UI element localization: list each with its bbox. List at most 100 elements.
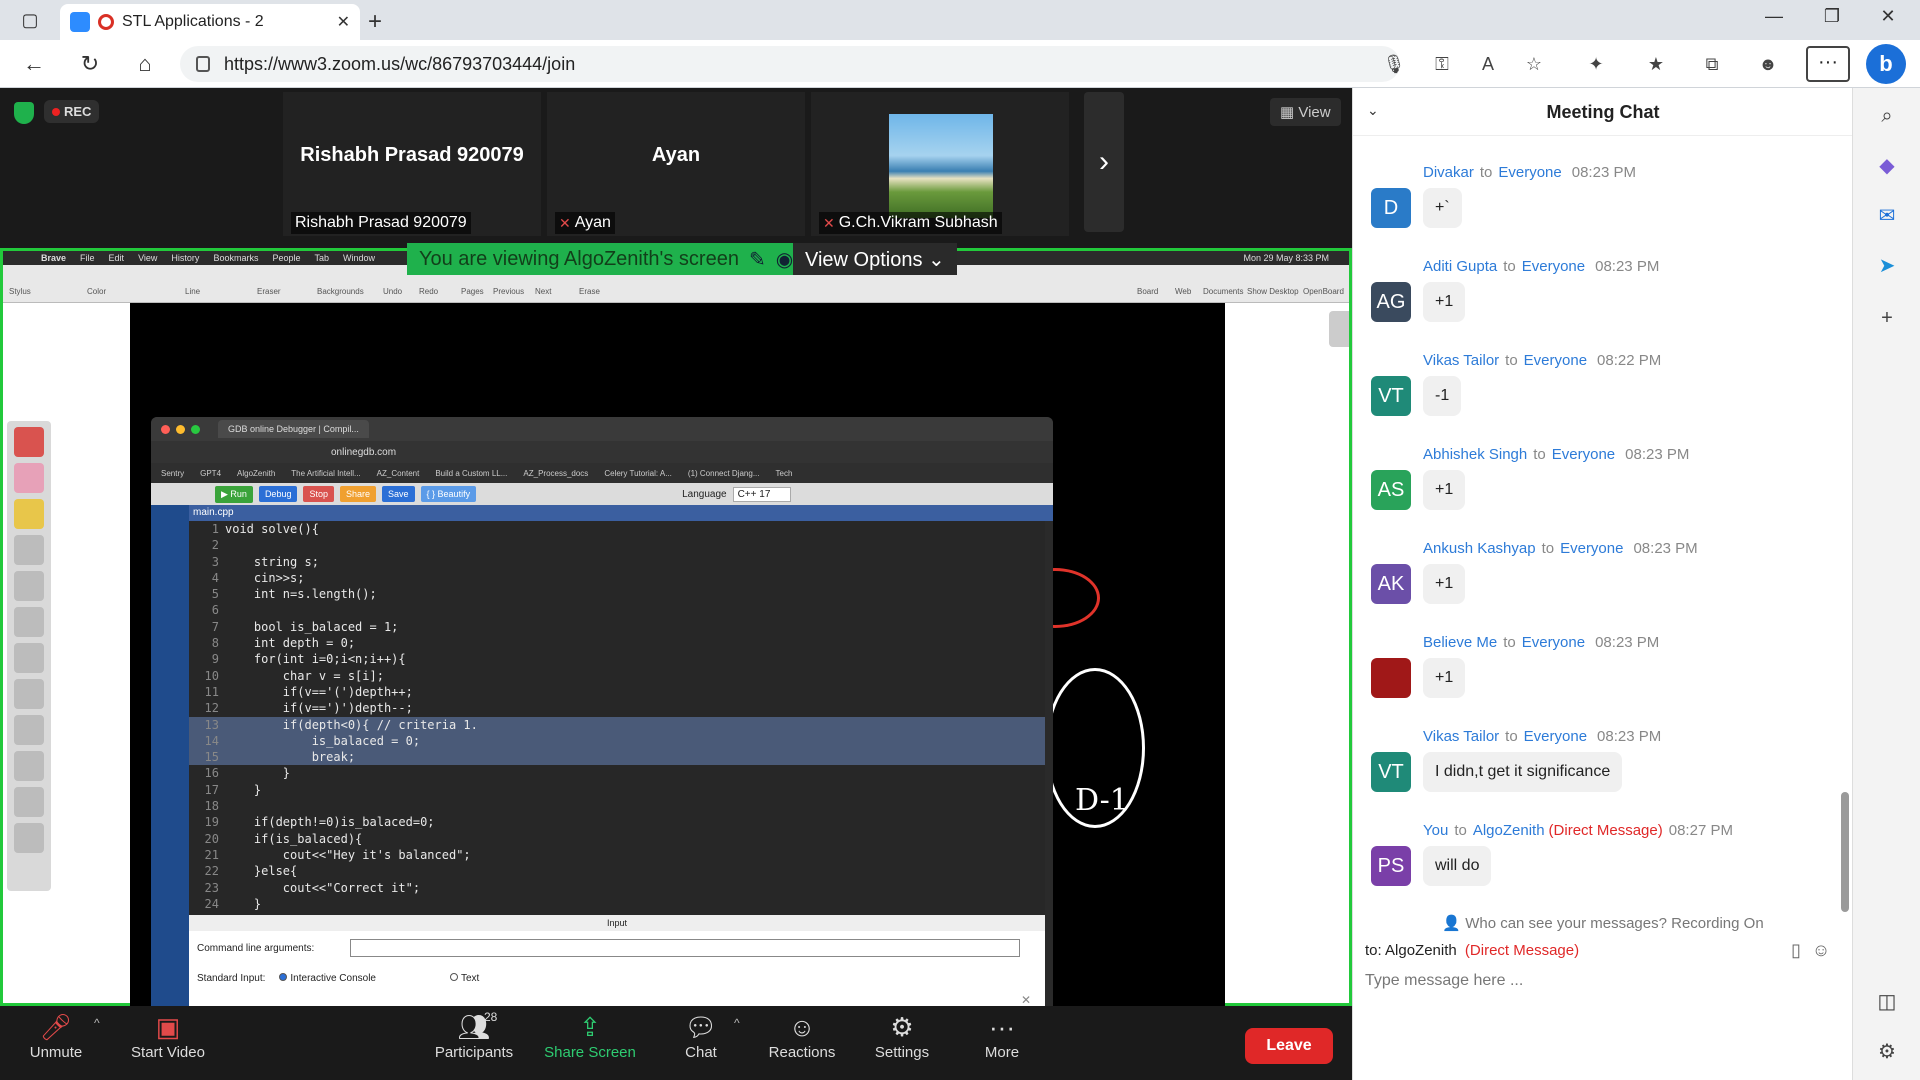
- stop-remote-icon[interactable]: ◉: [776, 247, 793, 272]
- tab-close-icon[interactable]: ✕: [337, 12, 350, 32]
- sender-name[interactable]: Believe Me: [1423, 634, 1497, 651]
- gear-icon[interactable]: ⚙: [1873, 1038, 1901, 1066]
- url-field[interactable]: https://www3.zoom.us/wc/86793703444/join: [180, 46, 1400, 82]
- recipient-name[interactable]: AlgoZenith: [1473, 822, 1545, 839]
- mic-icon[interactable]: 🎙: [1382, 52, 1406, 76]
- reactions-button[interactable]: ☺ Reactions: [752, 1010, 852, 1061]
- share-screen-button[interactable]: ⇪ Share Screen: [540, 1010, 640, 1061]
- participants-button[interactable]: 👥︎ 28 Participants: [424, 1010, 524, 1061]
- code-line: 16 }: [189, 765, 1045, 781]
- video-tile-vikram[interactable]: ✕ G.Ch.Vikram Subhash: [811, 92, 1069, 236]
- viewing-screen-banner: You are viewing AlgoZenith's screen ✎ ◉: [407, 243, 806, 275]
- message-bubble[interactable]: will do: [1423, 846, 1492, 886]
- back-icon[interactable]: ←: [20, 50, 48, 78]
- start-video-button[interactable]: ▣ Start Video: [118, 1010, 218, 1061]
- message-time: 08:23 PM: [1597, 728, 1662, 745]
- video-tile-ayan[interactable]: Ayan ✕ Ayan: [547, 92, 805, 236]
- outlook-icon[interactable]: ✉: [1873, 202, 1901, 230]
- key-icon[interactable]: ⚿: [1430, 52, 1454, 76]
- text-tool-icon[interactable]: [14, 787, 44, 817]
- security-shield-icon[interactable]: [14, 102, 34, 124]
- recipient-selector[interactable]: to: AlgoZenith (Direct Message): [1365, 942, 1579, 959]
- send-icon[interactable]: ➤: [1873, 252, 1901, 280]
- sender-name[interactable]: Abhishek Singh: [1423, 446, 1527, 463]
- chat-options-caret-icon[interactable]: ^: [734, 1016, 740, 1030]
- recipient-name[interactable]: Everyone: [1522, 258, 1585, 275]
- chat-scrollbar[interactable]: [1841, 792, 1849, 912]
- line-tool-icon[interactable]: [14, 751, 44, 781]
- sender-name[interactable]: Ankush Kashyap: [1423, 540, 1536, 557]
- message-bubble[interactable]: +`: [1423, 188, 1462, 228]
- recipient-name[interactable]: Everyone: [1498, 164, 1561, 181]
- extensions-icon[interactable]: ✦: [1584, 52, 1608, 76]
- next-page-chevron-icon[interactable]: ›: [1084, 92, 1124, 232]
- message-bubble[interactable]: +1: [1423, 658, 1466, 698]
- message-bubble[interactable]: +1: [1423, 470, 1466, 510]
- refresh-icon[interactable]: ↻: [76, 50, 104, 78]
- profile-icon[interactable]: ☻: [1756, 52, 1780, 76]
- view-options-button[interactable]: View Options ⌄: [793, 243, 957, 275]
- minimize-icon[interactable]: —: [1752, 6, 1796, 27]
- pen-tool-icon[interactable]: [14, 427, 44, 457]
- read-aloud-icon[interactable]: A: [1476, 52, 1500, 76]
- sender-name[interactable]: Aditi Gupta: [1423, 258, 1497, 275]
- copilot-icon[interactable]: ◆: [1873, 152, 1901, 180]
- code-text: if(is_balaced){: [225, 831, 363, 846]
- reactions-label: Reactions: [768, 1044, 836, 1061]
- home-icon[interactable]: ⌂: [131, 50, 159, 78]
- sender-name[interactable]: Divakar: [1423, 164, 1474, 181]
- view-button[interactable]: ▦ View: [1270, 98, 1341, 126]
- mac-menu-item: Bookmarks: [213, 253, 259, 263]
- message-bubble[interactable]: -1: [1423, 376, 1462, 416]
- recipient-name[interactable]: Everyone: [1522, 634, 1585, 651]
- file-icon[interactable]: ▯: [1791, 940, 1801, 960]
- sender-name[interactable]: You: [1423, 822, 1448, 839]
- emoji-icon[interactable]: ☺: [1812, 940, 1830, 960]
- message-bubble[interactable]: I didn,t get it significance: [1423, 752, 1623, 792]
- stop-label: Stop: [309, 489, 328, 499]
- code-line: 8 int depth = 0;: [189, 635, 1045, 651]
- leave-button[interactable]: Leave: [1245, 1028, 1333, 1064]
- recipient-name[interactable]: Everyone: [1524, 352, 1587, 369]
- mic-muted-icon: ✕: [823, 214, 835, 231]
- favorites-icon[interactable]: ★: [1644, 52, 1668, 76]
- tab-actions-icon[interactable]: ▢: [18, 8, 42, 32]
- annotate-icon[interactable]: ✎: [749, 247, 766, 272]
- new-tab-button[interactable]: +: [368, 8, 382, 36]
- side-panel-tab[interactable]: [1329, 311, 1349, 347]
- code-editor: 1 void solve(){2 3 string s; 4 cin>>s; 5 int…: [189, 521, 1045, 915]
- laser-tool-icon[interactable]: [14, 715, 44, 745]
- sender-name[interactable]: Vikas Tailor: [1423, 728, 1499, 745]
- hand-tool-icon[interactable]: [14, 571, 44, 601]
- zoom-in-icon[interactable]: [14, 643, 44, 673]
- bing-copilot-icon[interactable]: b: [1866, 44, 1906, 84]
- maximize-icon[interactable]: ❐: [1810, 6, 1854, 27]
- capture-tool-icon[interactable]: [14, 823, 44, 853]
- recipient-name[interactable]: Everyone: [1524, 728, 1587, 745]
- browser-tab[interactable]: STL Applications - 2 ✕: [60, 4, 360, 40]
- chat-message-input[interactable]: [1365, 968, 1835, 994]
- more-button[interactable]: ··· More: [952, 1010, 1052, 1061]
- settings-more-icon[interactable]: ···: [1806, 46, 1850, 82]
- sidebar-toggle-icon[interactable]: ◫: [1873, 988, 1901, 1016]
- pan-tool-icon[interactable]: [14, 607, 44, 637]
- video-tile-rishabh[interactable]: Rishabh Prasad 920079 Rishabh Prasad 920…: [283, 92, 541, 236]
- highlighter-tool-icon[interactable]: [14, 499, 44, 529]
- select-tool-icon[interactable]: [14, 535, 44, 565]
- search-icon[interactable]: ⌕: [1873, 102, 1901, 130]
- settings-button[interactable]: ⚙ Settings: [852, 1010, 952, 1061]
- recipient-name[interactable]: Everyone: [1552, 446, 1615, 463]
- eraser-tool-icon[interactable]: [14, 463, 44, 493]
- zoom-out-icon[interactable]: [14, 679, 44, 709]
- close-window-icon[interactable]: ✕: [1866, 6, 1910, 27]
- audio-options-caret-icon[interactable]: ^: [94, 1016, 100, 1030]
- recipient-name[interactable]: Everyone: [1560, 540, 1623, 557]
- sender-name[interactable]: Vikas Tailor: [1423, 352, 1499, 369]
- message-bubble[interactable]: +1: [1423, 282, 1466, 322]
- collections-icon[interactable]: ⧉: [1700, 52, 1724, 76]
- add-icon[interactable]: +: [1873, 304, 1901, 332]
- message-bubble[interactable]: +1: [1423, 564, 1466, 604]
- unmute-button[interactable]: 🎤︎ Unmute: [6, 1010, 106, 1061]
- favorite-add-icon[interactable]: ☆: [1522, 52, 1546, 76]
- privacy-note[interactable]: 👤 Who can see your messages? Recording O…: [1353, 914, 1853, 932]
